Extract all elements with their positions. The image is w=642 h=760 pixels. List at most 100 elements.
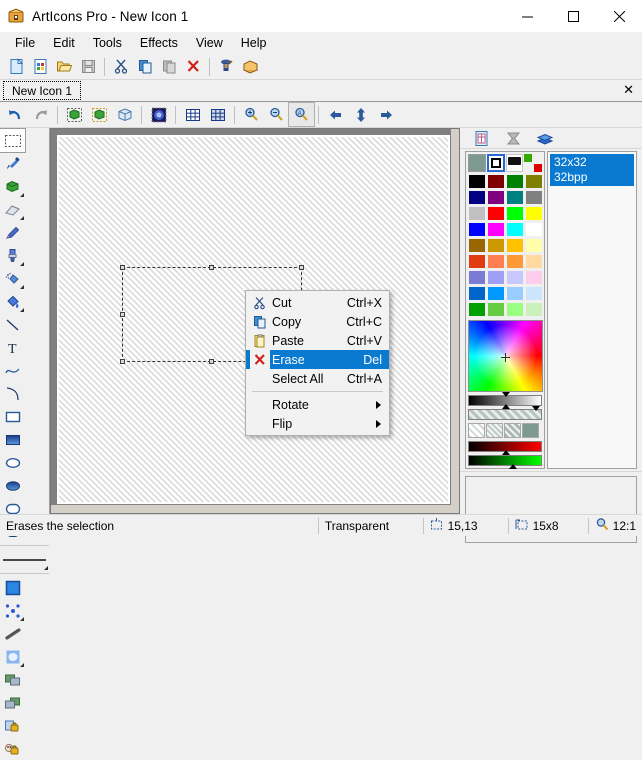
- lock-color-tool[interactable]: [0, 737, 25, 760]
- palette-swatch[interactable]: [525, 206, 543, 221]
- tab-new-icon-1[interactable]: New Icon 1: [3, 81, 82, 100]
- palette-swatch[interactable]: [506, 206, 524, 221]
- new-image-icon[interactable]: [28, 55, 52, 78]
- palette-swatch[interactable]: [506, 270, 524, 285]
- context-menu-item-select-all[interactable]: Select All Ctrl+A: [246, 369, 389, 388]
- grid-icon[interactable]: [180, 103, 205, 126]
- context-menu-item-erase[interactable]: Erase Del: [246, 350, 389, 369]
- image-properties-icon[interactable]: [470, 128, 492, 148]
- palette-swatch[interactable]: [525, 302, 543, 317]
- palette-swatch[interactable]: [525, 270, 543, 285]
- selection-handle-ne[interactable]: [299, 265, 304, 270]
- minimize-button[interactable]: [504, 0, 550, 32]
- pencil-tool[interactable]: [0, 221, 25, 244]
- current-color-swatch[interactable]: [468, 154, 486, 172]
- palette-swatch[interactable]: [506, 222, 524, 237]
- arrow-right-icon[interactable]: [373, 103, 398, 126]
- palette-swatch[interactable]: [468, 190, 486, 205]
- gradient-line-tool[interactable]: [0, 622, 25, 645]
- ellipse-filled-tool[interactable]: [0, 474, 25, 497]
- zoom-out-icon[interactable]: [264, 103, 289, 126]
- palette-swatch[interactable]: [487, 270, 505, 285]
- fill-shape-tool[interactable]: [0, 175, 25, 198]
- undo-icon[interactable]: [3, 103, 28, 126]
- canvas-horizontal-scrollbar[interactable]: [51, 505, 451, 513]
- redo-icon[interactable]: [28, 103, 53, 126]
- layer-front-tool[interactable]: [0, 668, 25, 691]
- palette-swatch[interactable]: [468, 254, 486, 269]
- eyedropper-tool[interactable]: [0, 152, 25, 175]
- ellipse-outline-tool[interactable]: [0, 451, 25, 474]
- selection-handle-nw[interactable]: [120, 265, 125, 270]
- palette-swatch[interactable]: [525, 190, 543, 205]
- grid-detail-icon[interactable]: [205, 103, 230, 126]
- context-menu-item-cut[interactable]: Cut Ctrl+X: [246, 293, 389, 312]
- palette-swatch[interactable]: [487, 222, 505, 237]
- screen-color-swatch[interactable]: [505, 154, 524, 172]
- palette-swatch[interactable]: [468, 270, 486, 285]
- text-tool[interactable]: T: [0, 336, 25, 359]
- palette-swatch[interactable]: [487, 302, 505, 317]
- delete-icon[interactable]: [181, 55, 205, 78]
- rectangle-filled-tool[interactable]: [0, 428, 25, 451]
- save-icon[interactable]: [76, 55, 100, 78]
- color-wheel[interactable]: [468, 320, 543, 392]
- zoom-actual-icon[interactable]: A: [288, 102, 315, 127]
- list-item[interactable]: 32x32 32bpp: [550, 154, 634, 186]
- alpha-thumb[interactable]: [532, 406, 541, 411]
- copy-icon[interactable]: [133, 55, 157, 78]
- transparency-icon[interactable]: [502, 128, 524, 148]
- selection-handle-s[interactable]: [209, 359, 214, 364]
- line-width-tool[interactable]: [0, 548, 49, 571]
- palette-swatch[interactable]: [525, 174, 543, 189]
- palette-swatch[interactable]: [487, 238, 505, 253]
- scatter-tool[interactable]: [0, 599, 25, 622]
- selection-handle-w[interactable]: [120, 311, 125, 317]
- pattern-25-swatch[interactable]: [468, 423, 485, 438]
- palette-swatch[interactable]: [525, 238, 543, 253]
- rectangle-outline-tool[interactable]: [0, 405, 25, 428]
- palette-swatch[interactable]: [525, 254, 543, 269]
- arrow-updown-icon[interactable]: [348, 103, 373, 126]
- palette-swatch[interactable]: [487, 206, 505, 221]
- pattern-75-swatch[interactable]: [504, 423, 521, 438]
- palette-swatch[interactable]: [468, 286, 486, 301]
- context-menu-item-paste[interactable]: Paste Ctrl+V: [246, 331, 389, 350]
- menu-tools[interactable]: Tools: [84, 33, 131, 53]
- new-icon-icon[interactable]: [4, 55, 28, 78]
- context-menu-item-rotate[interactable]: Rotate: [246, 395, 389, 414]
- image-3d-icon[interactable]: [112, 103, 137, 126]
- arc-tool[interactable]: [0, 382, 25, 405]
- palette-swatch[interactable]: [468, 302, 486, 317]
- paint-bucket-tool[interactable]: [0, 290, 25, 313]
- palette-swatch[interactable]: [525, 286, 543, 301]
- green-thumb[interactable]: [508, 464, 517, 469]
- select-rect-tool[interactable]: [0, 128, 26, 153]
- cut-icon[interactable]: [109, 55, 133, 78]
- brush-tool[interactable]: [0, 244, 25, 267]
- airbrush-tool[interactable]: [0, 267, 25, 290]
- selection-handle-sw[interactable]: [120, 359, 125, 364]
- glow-tool[interactable]: [0, 645, 25, 668]
- maximize-button[interactable]: [550, 0, 596, 32]
- green-slider[interactable]: [468, 455, 542, 469]
- palette-swatch[interactable]: [506, 190, 524, 205]
- image-new-icon[interactable]: [87, 103, 112, 126]
- pattern-solid-swatch[interactable]: [522, 423, 539, 438]
- zoom-in-icon[interactable]: [239, 103, 264, 126]
- icon-size-list[interactable]: 32x32 32bpp: [547, 151, 637, 469]
- palette-swatch[interactable]: [487, 190, 505, 205]
- brightness-slider[interactable]: [468, 392, 542, 409]
- palette-swatch[interactable]: [468, 238, 486, 253]
- close-button[interactable]: [596, 0, 642, 32]
- palette-swatch[interactable]: [468, 206, 486, 221]
- palette-swatch[interactable]: [506, 238, 524, 253]
- pattern-50-swatch[interactable]: [486, 423, 503, 438]
- library-icon[interactable]: [238, 55, 262, 78]
- palette-swatch[interactable]: [468, 174, 486, 189]
- menu-effects[interactable]: Effects: [131, 33, 187, 53]
- wizard-icon[interactable]: [214, 55, 238, 78]
- palette-swatch[interactable]: [506, 254, 524, 269]
- tab-close-button[interactable]: ✕: [623, 82, 634, 98]
- palette-swatch[interactable]: [525, 222, 543, 237]
